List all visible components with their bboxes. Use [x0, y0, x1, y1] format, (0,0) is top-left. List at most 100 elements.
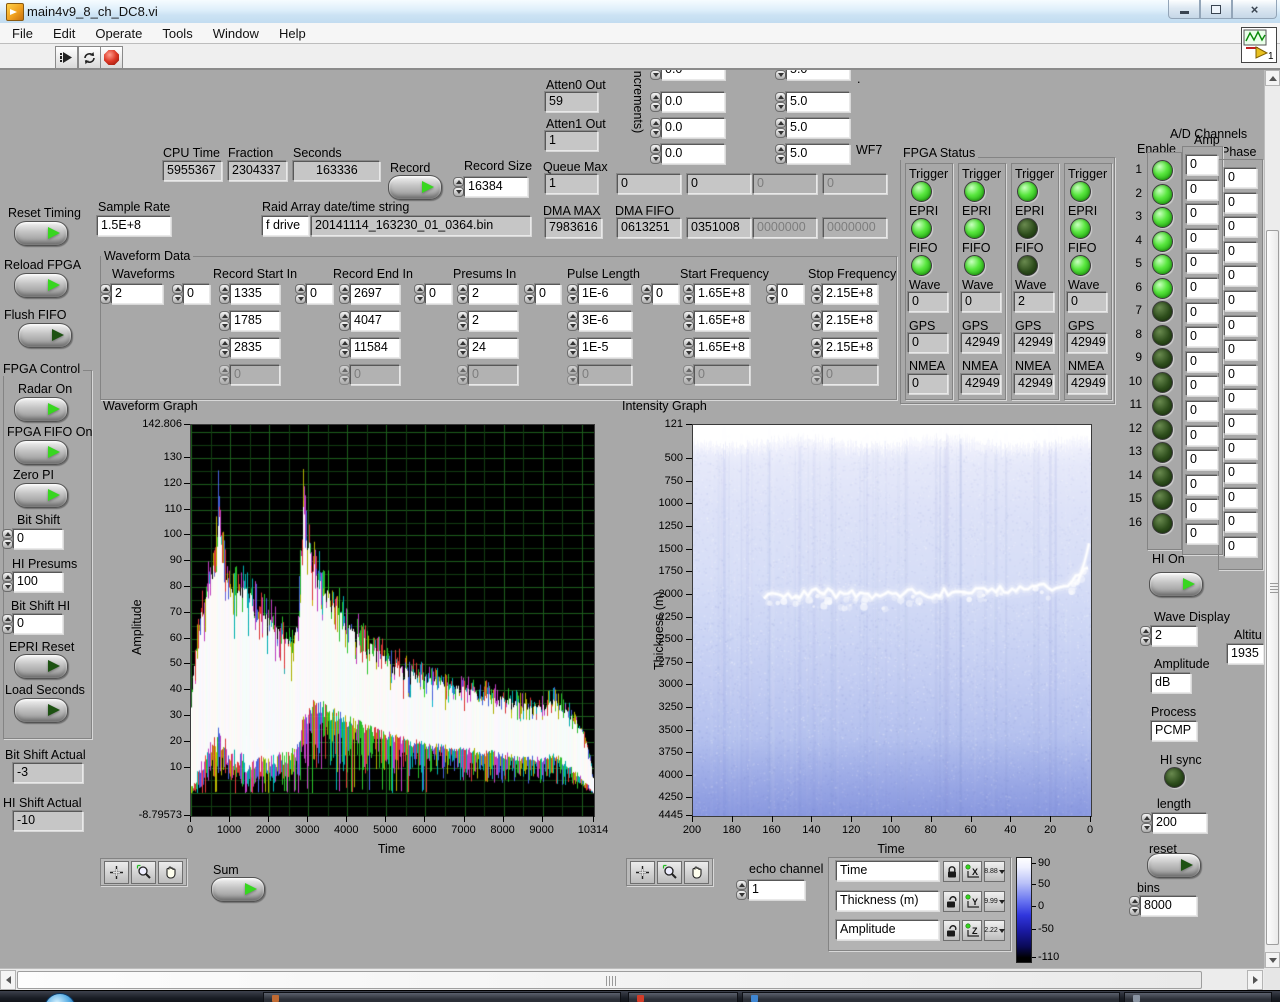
load-seconds-button[interactable] [14, 698, 68, 723]
increments-col2-field-0[interactable]: 5.0 [786, 70, 850, 80]
amp-field-9[interactable]: 0 [1186, 352, 1218, 372]
stop-frequency-field-1[interactable]: 2.15E+8 [822, 311, 878, 331]
pan-tool-icon[interactable] [684, 861, 709, 884]
phase-field-11[interactable]: 0 [1224, 414, 1257, 434]
minimize-button[interactable] [1168, 0, 1200, 19]
amp-field-11[interactable]: 0 [1186, 401, 1218, 421]
presums-in-field-2[interactable]: 24 [468, 338, 518, 358]
record-start-in-field-1[interactable]: 1785 [230, 311, 280, 331]
record-start-in-spinner-1[interactable] [219, 311, 230, 331]
vertical-scroll-thumb[interactable] [1266, 230, 1279, 945]
stop-frequency-spinner-0[interactable] [811, 284, 822, 304]
start-frequency-field-2[interactable]: 1.65E+8 [694, 338, 750, 358]
bit-shift-spinner[interactable] [2, 529, 13, 549]
phase-field-14[interactable]: 0 [1224, 488, 1257, 508]
increments-col2-spinner-0[interactable] [775, 70, 786, 80]
altitude-field[interactable]: 1935 [1227, 644, 1264, 664]
record-size-field[interactable]: 16384 [464, 177, 528, 197]
amp-field-16[interactable]: 0 [1186, 524, 1218, 544]
start-orb-icon[interactable] [44, 993, 76, 1002]
scroll-left-icon[interactable] [0, 970, 16, 990]
close-button[interactable]: × [1232, 0, 1277, 19]
enable-led-12[interactable] [1152, 419, 1173, 440]
vi-connector-icon[interactable]: 1 [1241, 27, 1277, 63]
menu-window[interactable]: Window [203, 23, 269, 43]
waveforms-spinner[interactable] [100, 284, 111, 304]
record-end-in-index-spinner[interactable] [295, 284, 306, 304]
record-end-in-spinner-0[interactable] [339, 284, 350, 304]
bit-shift-hi-spinner[interactable] [2, 614, 13, 634]
enable-led-8[interactable] [1152, 325, 1173, 346]
enable-led-6[interactable] [1152, 278, 1173, 299]
echo-channel-field[interactable]: 1 [748, 880, 805, 900]
reset-button[interactable] [1147, 853, 1201, 878]
amp-field-12[interactable]: 0 [1186, 426, 1218, 446]
lock-open-icon[interactable] [943, 920, 960, 941]
bit-shift-field[interactable]: 0 [13, 529, 63, 549]
increments-col1-spinner-3[interactable] [650, 144, 661, 164]
presums-in-index-spinner[interactable] [414, 284, 425, 304]
amp-field-15[interactable]: 0 [1186, 499, 1218, 519]
hi-presums-spinner[interactable] [2, 572, 13, 592]
waveform-graph-plot[interactable] [190, 424, 595, 817]
record-start-in-field-0[interactable]: 1335 [230, 284, 280, 304]
phase-field-16[interactable]: 0 [1224, 537, 1257, 557]
start-frequency-spinner-3[interactable] [683, 365, 694, 385]
sample-rate-field[interactable]: 1.5E+8 [97, 216, 171, 236]
phase-field-3[interactable]: 0 [1224, 217, 1257, 237]
start-frequency-spinner-1[interactable] [683, 311, 694, 331]
amplitude-units-field[interactable]: dB [1151, 673, 1191, 693]
menu-operate[interactable]: Operate [85, 23, 152, 43]
zoom-tool-icon[interactable] [131, 861, 156, 884]
taskbar-button[interactable] [263, 992, 621, 1002]
hi-on-button[interactable] [1149, 572, 1203, 597]
scale-format-icon[interactable]: 9.99 [984, 891, 1005, 912]
record-start-in-spinner-2[interactable] [219, 338, 230, 358]
enable-led-13[interactable] [1152, 442, 1173, 463]
pan-tool-icon[interactable] [158, 861, 183, 884]
phase-field-13[interactable]: 0 [1224, 463, 1257, 483]
echo-channel-spinner[interactable] [736, 880, 747, 900]
scroll-up-icon[interactable] [1265, 70, 1280, 86]
pulse-length-field-2[interactable]: 1E-5 [578, 338, 632, 358]
zero-pi-button[interactable] [14, 483, 68, 508]
enable-led-10[interactable] [1152, 372, 1173, 393]
taskbar[interactable] [0, 990, 1280, 1002]
increments-col1-field-3[interactable]: 0.0 [661, 144, 725, 164]
process-field[interactable]: PCMP [1151, 721, 1197, 741]
bins-spinner[interactable] [1129, 896, 1140, 916]
record-end-in-field-1[interactable]: 4047 [350, 311, 400, 331]
increments-col1-field-2[interactable]: 0.0 [661, 118, 725, 138]
increments-col1-spinner-1[interactable] [650, 92, 661, 112]
enable-led-11[interactable] [1152, 395, 1173, 416]
intensity-graph-plot[interactable] [692, 424, 1092, 817]
scroll-down-icon[interactable] [1265, 952, 1280, 968]
phase-field-12[interactable]: 0 [1224, 439, 1257, 459]
presums-in-spinner-3[interactable] [457, 365, 468, 385]
enable-led-15[interactable] [1152, 489, 1173, 510]
stop-frequency-field-0[interactable]: 2.15E+8 [822, 284, 878, 304]
pulse-length-field-1[interactable]: 3E-6 [578, 311, 632, 331]
scale-format-icon[interactable]: 8.88 [984, 861, 1005, 882]
axis-name-field-time[interactable]: Time [836, 861, 939, 881]
cursor-tool-icon[interactable] [630, 861, 655, 884]
amp-field-1[interactable]: 0 [1186, 155, 1218, 175]
amp-field-4[interactable]: 0 [1186, 229, 1218, 249]
amp-field-8[interactable]: 0 [1186, 327, 1218, 347]
record-end-in-spinner-1[interactable] [339, 311, 350, 331]
stop-frequency-spinner-3[interactable] [811, 365, 822, 385]
axis-name-field-amplitude[interactable]: Amplitude [836, 920, 939, 940]
amp-field-10[interactable]: 0 [1186, 376, 1218, 396]
pulse-length-spinner-3[interactable] [567, 365, 578, 385]
record-start-in-index-spinner[interactable] [172, 284, 183, 304]
amp-field-6[interactable]: 0 [1186, 278, 1218, 298]
phase-field-15[interactable]: 0 [1224, 512, 1257, 532]
record-end-in-index-field[interactable]: 0 [306, 284, 333, 304]
menu-edit[interactable]: Edit [43, 23, 85, 43]
enable-led-2[interactable] [1152, 184, 1173, 205]
horizontal-scrollbar[interactable] [0, 968, 1264, 990]
presums-in-index-field[interactable]: 0 [425, 284, 452, 304]
vertical-scrollbar[interactable] [1264, 70, 1280, 968]
increments-col2-spinner-1[interactable] [775, 92, 786, 112]
record-end-in-spinner-3[interactable] [339, 365, 350, 385]
